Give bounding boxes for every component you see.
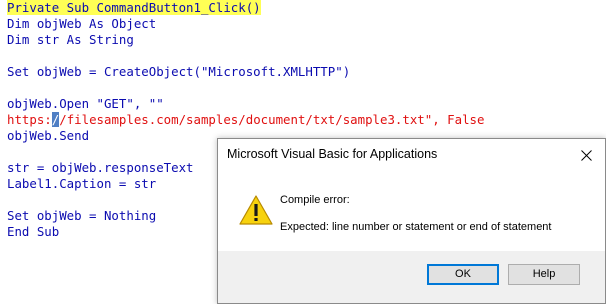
close-button[interactable]	[567, 139, 605, 171]
compile-error-dialog: Microsoft Visual Basic for Applications …	[217, 138, 606, 304]
error-message-title: Compile error:	[280, 194, 350, 206]
error-line-prefix: https:	[7, 112, 52, 127]
code-line-8-error[interactable]: https://filesamples.com/samples/document…	[7, 112, 484, 128]
code-line-5[interactable]: Set objWeb = CreateObject("Microsoft.XML…	[7, 64, 350, 80]
code-line-2[interactable]: Dim objWeb As Object	[7, 16, 156, 32]
code-line-7[interactable]: objWeb.Open "GET", ""	[7, 96, 164, 112]
ok-button[interactable]: OK	[427, 264, 499, 285]
code-line-1[interactable]: Private Sub CommandButton1_Click()	[7, 0, 261, 16]
code-line-12[interactable]: Label1.Caption = str	[7, 176, 156, 192]
close-icon	[581, 150, 592, 161]
dialog-title: Microsoft Visual Basic for Applications	[227, 147, 438, 161]
code-line-3[interactable]: Dim str As String	[7, 32, 134, 48]
code-line-9[interactable]: objWeb.Send	[7, 128, 89, 144]
error-message-body: Expected: line number or statement or en…	[280, 221, 552, 233]
code-line-11[interactable]: str = objWeb.responseText	[7, 160, 194, 176]
code-line-15[interactable]: End Sub	[7, 224, 59, 240]
warning-icon	[239, 195, 273, 225]
code-line-14[interactable]: Set objWeb = Nothing	[7, 208, 156, 224]
dialog-button-bar: OK Help	[218, 251, 605, 303]
highlighted-line-text: Private Sub CommandButton1_Click()	[7, 0, 261, 15]
help-button[interactable]: Help	[508, 264, 580, 285]
error-line-suffix: /filesamples.com/samples/document/txt/sa…	[59, 112, 485, 127]
dialog-title-bar[interactable]: Microsoft Visual Basic for Applications	[218, 139, 605, 171]
